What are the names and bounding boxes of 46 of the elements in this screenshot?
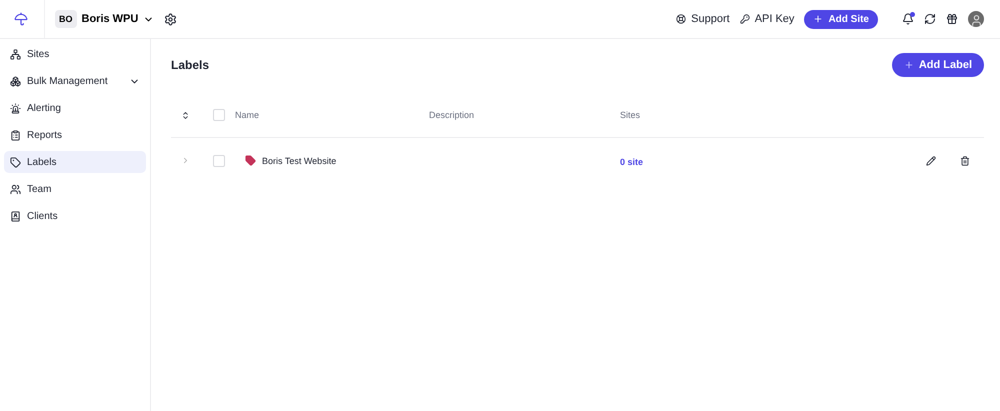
workspace-name: Boris WPU [82, 13, 138, 25]
sidebar-item[interactable]: Labels [4, 151, 146, 173]
avatar[interactable] [968, 11, 984, 27]
plus-icon [813, 14, 824, 24]
sidebar-item[interactable]: Reports [4, 124, 146, 146]
key-icon [740, 14, 750, 24]
column-header: Name [235, 110, 260, 120]
sidebar-label: Alerting [27, 102, 62, 114]
bell-icon[interactable] [902, 13, 914, 25]
gift-icon[interactable] [946, 13, 958, 25]
refresh-icon[interactable] [924, 13, 936, 25]
sidebar-label: Reports [27, 130, 64, 140]
siren-icon [10, 102, 21, 114]
sidebar-label: Bulk Management [27, 76, 109, 86]
boxes-icon [10, 76, 21, 86]
sidebar-label: Labels [27, 156, 58, 168]
sidebar-item[interactable]: Alerting [4, 97, 146, 119]
page-title: Labels [171, 58, 210, 72]
column-header: Sites [620, 110, 642, 120]
settings-icon[interactable] [164, 12, 178, 26]
label-name: Boris Test Website [262, 156, 336, 166]
workspace-initials: BO [55, 10, 76, 28]
network-icon [10, 48, 21, 60]
sidebar-item[interactable]: Team [4, 178, 146, 200]
sites-link[interactable]: 0 site [620, 156, 644, 166]
sidebar-item[interactable]: Bulk Management [4, 70, 146, 92]
sidebar-label: Team [27, 184, 52, 194]
lifebuoy-icon [676, 14, 686, 24]
tag-icon [10, 156, 21, 168]
plus-icon [904, 60, 914, 70]
sidebar-label: Sites [27, 48, 50, 60]
row-checkbox[interactable] [213, 154, 225, 166]
workspace-selector[interactable]: BO Boris WPU [55, 10, 154, 28]
api-key-link[interactable]: API Key [740, 13, 794, 25]
sidebar-item[interactable]: Sites [4, 43, 146, 65]
clipboard-icon [10, 130, 21, 140]
sidebar-label: Clients [27, 210, 59, 222]
add-label-button[interactable]: Add Label [892, 53, 984, 77]
sidebar-item[interactable]: Clients [4, 205, 146, 227]
column-header: Description [429, 110, 476, 120]
support-link[interactable]: Support [676, 13, 730, 25]
person-icon [970, 14, 982, 27]
select-all-checkbox[interactable] [213, 109, 225, 121]
people-icon [10, 184, 21, 194]
add-site-button[interactable]: Add Site [804, 10, 878, 28]
contact-book-icon [10, 210, 21, 222]
